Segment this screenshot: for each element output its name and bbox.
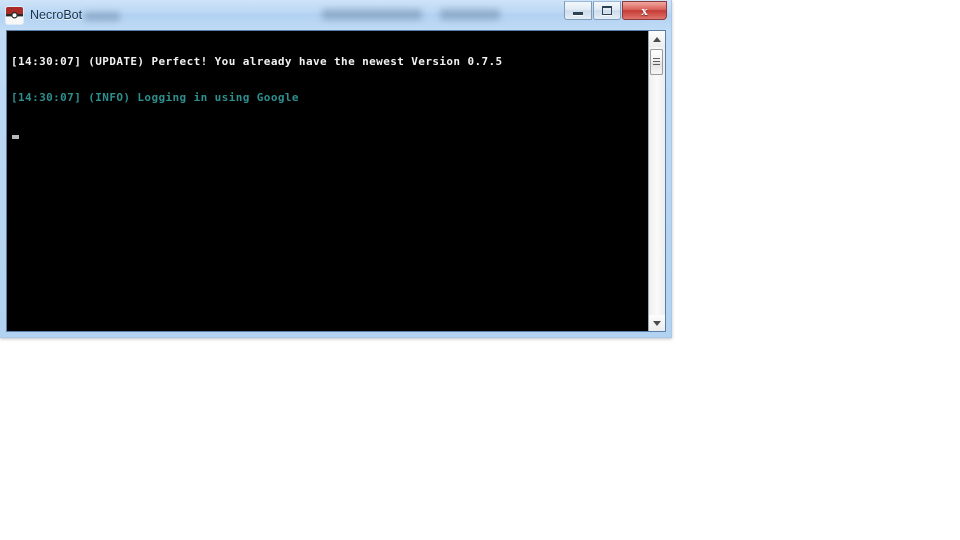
title-bar[interactable]: NecroBot x	[0, 0, 671, 29]
console-log: [14:30:07] (UPDATE) Perfect! You already…	[7, 31, 648, 331]
maximize-button[interactable]	[593, 1, 621, 20]
pokeball-icon	[6, 6, 23, 24]
console-scrollbar[interactable]	[648, 31, 665, 331]
scrollbar-track[interactable]	[649, 47, 665, 315]
chevron-down-icon	[653, 320, 661, 326]
grip-lines-icon	[653, 57, 660, 67]
close-icon: x	[641, 3, 648, 18]
minimize-icon	[573, 12, 583, 15]
application-window: NecroBot x [14:30:07] (UPDATE) Perfect! …	[0, 0, 672, 338]
console-output-area[interactable]: [14:30:07] (UPDATE) Perfect! You already…	[6, 30, 666, 332]
close-button[interactable]: x	[622, 1, 667, 20]
scrollbar-thumb[interactable]	[650, 49, 663, 75]
chevron-up-icon	[653, 36, 661, 42]
redacted-title-segment	[440, 9, 500, 20]
maximize-icon	[602, 6, 612, 15]
redacted-title-segment	[322, 9, 422, 20]
log-line-update: [14:30:07] (UPDATE) Perfect! You already…	[11, 55, 503, 68]
text-cursor	[12, 135, 19, 139]
scroll-up-button[interactable]	[649, 31, 665, 47]
console-caret-line	[11, 128, 648, 140]
scroll-down-button[interactable]	[649, 315, 665, 331]
redacted-title-segment	[84, 12, 120, 21]
window-title: NecroBot	[30, 7, 83, 22]
log-line-info: [14:30:07] (INFO) Logging in using Googl…	[11, 91, 299, 104]
minimize-button[interactable]	[564, 1, 592, 20]
window-controls: x	[564, 1, 667, 20]
